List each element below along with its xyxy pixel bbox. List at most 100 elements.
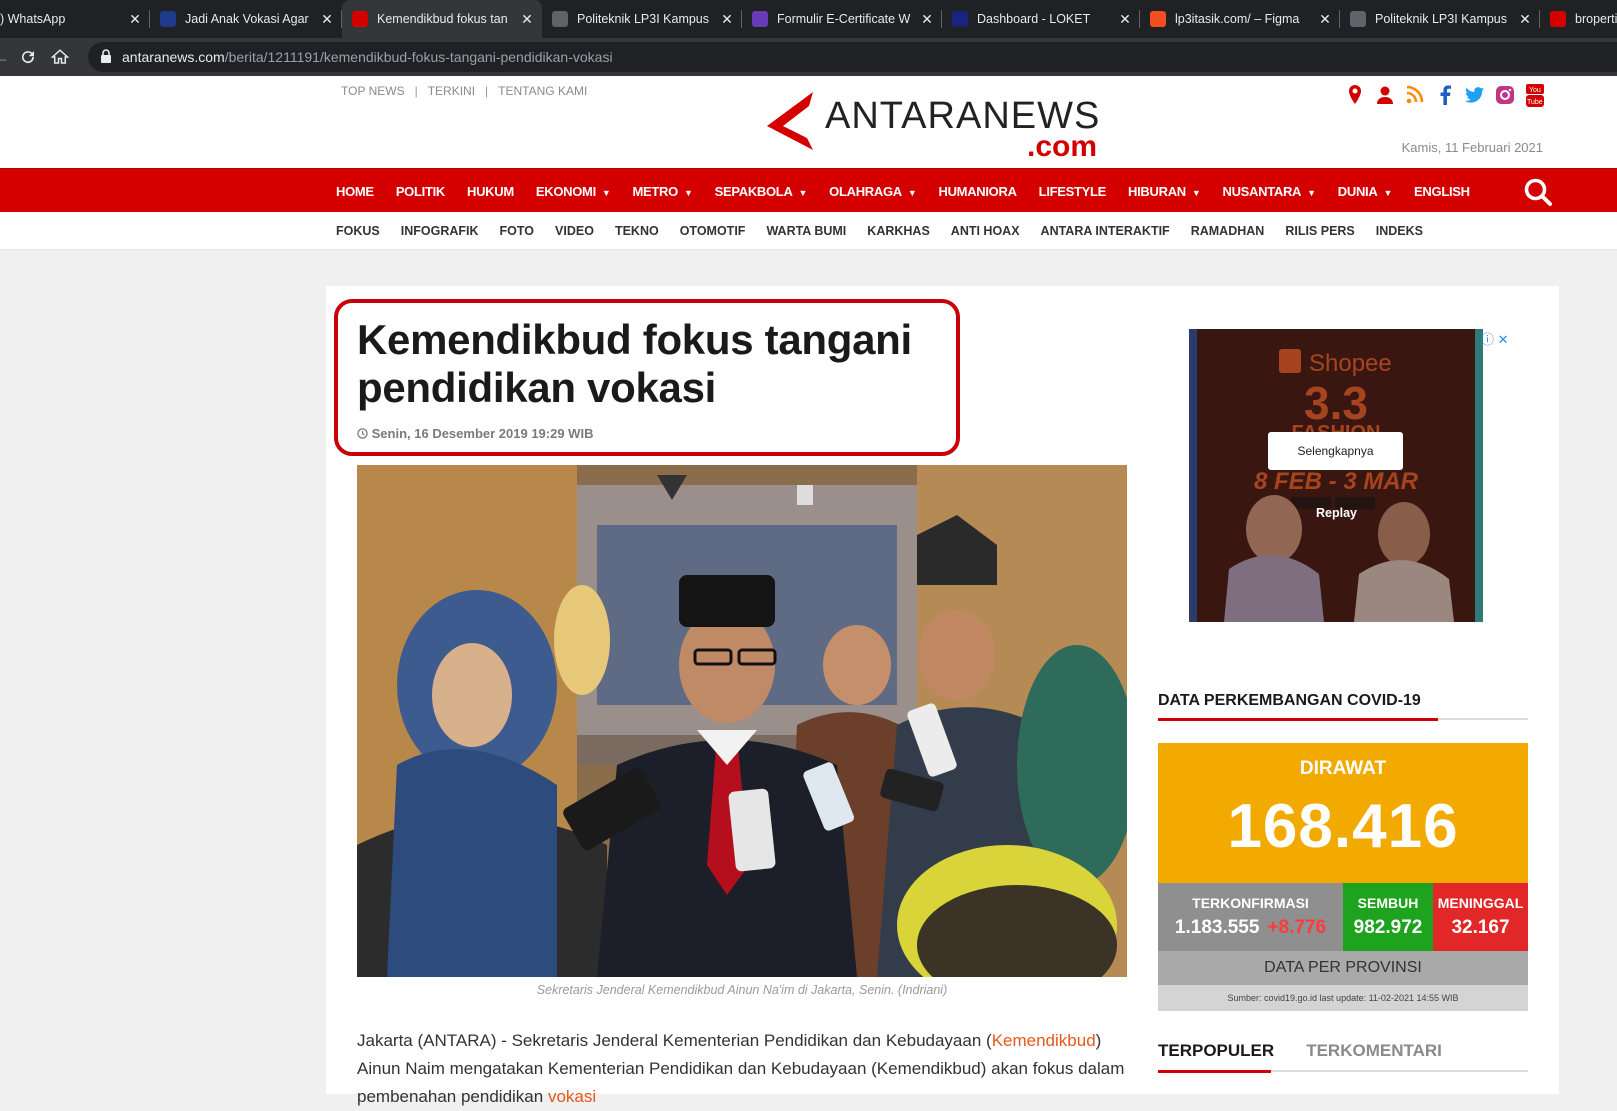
twitter-icon[interactable] [1465, 84, 1485, 106]
nav-item-metro[interactable]: METRO ▼ [633, 184, 693, 199]
nav-item-nusantara[interactable]: NUSANTARA ▼ [1222, 183, 1316, 199]
browser-tab[interactable]: Politeknik LP3I Kampus ✕ [1340, 0, 1540, 38]
ad-close-icon[interactable]: ⓘ ✕ [1481, 329, 1509, 348]
subnav-item-tekno[interactable]: TEKNO [615, 224, 659, 238]
subnav-item-fokus[interactable]: FOKUS [336, 224, 380, 238]
subnav-item-video[interactable]: VIDEO [555, 224, 594, 238]
caret-down-icon: ▼ [1307, 187, 1316, 198]
article-body: Jakarta (ANTARA) - Sekretaris Jenderal K… [357, 1027, 1127, 1111]
rss-icon[interactable] [1405, 84, 1425, 106]
subnav-item-ramadhan[interactable]: RAMADHAN [1191, 224, 1265, 238]
nav-item-olahraga[interactable]: OLAHRAGA ▼ [829, 184, 917, 199]
subnav-item-antara-interaktif[interactable]: ANTARA INTERAKTIF [1041, 224, 1170, 238]
nav-item-label: HIBURAN [1128, 183, 1186, 199]
top-link-top-news[interactable]: TOP NEWS [341, 84, 405, 98]
browser-tab[interactable]: Jadi Anak Vokasi Agar E ✕ [150, 0, 342, 38]
nav-item-lifestyle[interactable]: LIFESTYLE [1039, 184, 1107, 199]
tab-title: Kemendikbud fokus tan [377, 12, 508, 26]
subnav-item-otomotif[interactable]: OTOMOTIF [680, 224, 746, 238]
tab-title: broperti [1575, 12, 1617, 26]
facebook-icon[interactable] [1435, 84, 1455, 106]
terkonfirmasi-value: 1.183.555 [1174, 917, 1260, 938]
tab-title: ) WhatsApp [0, 12, 66, 26]
location-icon[interactable] [1345, 84, 1365, 106]
nav-item-ekonomi[interactable]: EKONOMI ▼ [536, 184, 611, 199]
close-icon[interactable]: ✕ [128, 11, 142, 28]
broperti-icon [1550, 11, 1566, 27]
loket-icon [952, 11, 968, 27]
main-nav-items: HOME POLITIK HUKUM EKONOMI ▼ METRO ▼ SEPAKBOLA ▼… [336, 169, 1492, 213]
youtube-icon[interactable]: You Tube [1525, 84, 1545, 107]
browser-tab[interactable]: Kemendikbud fokus tan ✕ [342, 0, 542, 38]
home-button[interactable] [46, 43, 74, 71]
article-photo[interactable] [357, 465, 1127, 977]
nav-item-humaniora[interactable]: HUMANIORA [938, 184, 1016, 199]
site-header: TOP NEWS | TERKINI | TENTANG KAMI ANTARA… [0, 76, 1617, 168]
ad-cta-button[interactable]: Selengkapnya [1268, 432, 1403, 470]
top-link-tentang-kami[interactable]: TENTANG KAMI [498, 84, 587, 98]
logo-suffix: .com [1027, 130, 1097, 158]
tab-active-underline [1158, 1070, 1271, 1073]
subnav-item-infografik[interactable]: INFOGRAFIK [401, 224, 479, 238]
svg-text:You: You [1529, 87, 1541, 94]
browser-toolbar: ← antaranews.com/berita/1211191/kemendik… [0, 38, 1617, 76]
tab-title: Dashboard - LOKET [977, 12, 1091, 26]
subnav-item-anti-hoax[interactable]: ANTI HOAX [951, 224, 1020, 238]
lock-icon [100, 48, 112, 66]
close-icon[interactable]: ✕ [920, 11, 934, 28]
antaranews-logo[interactable]: ANTARANEWS .com [765, 88, 1110, 163]
browser-tab[interactable]: ) WhatsApp ✕ [0, 0, 150, 38]
nav-item-sepakbola[interactable]: SEPAKBOLA ▼ [715, 184, 808, 199]
shopee-ad[interactable]: Shopee 3.3 FASHION 8 FEB - 3 MAR [1189, 329, 1483, 622]
close-icon[interactable]: ✕ [1318, 11, 1332, 28]
divider: | [414, 84, 418, 98]
reload-button[interactable] [14, 43, 42, 71]
nav-item-dunia[interactable]: DUNIA ▼ [1338, 184, 1393, 199]
browser-tab[interactable]: Politeknik LP3I Kampus ✕ [542, 0, 742, 38]
caret-down-icon: ▼ [798, 187, 808, 198]
url-path: /berita/1211191/kemendikbud-fokus-tangan… [224, 49, 613, 65]
tag-link-vokasi[interactable]: vokasi [548, 1087, 596, 1106]
ad-replay-button[interactable]: Replay [1316, 506, 1357, 520]
address-bar[interactable]: antaranews.com/berita/1211191/kemendikbu… [88, 42, 1617, 72]
nav-item-hukum[interactable]: HUKUM [467, 184, 514, 199]
caret-down-icon: ▼ [1383, 187, 1393, 198]
tab-terkomentari[interactable]: TERKOMENTARI [1306, 1041, 1442, 1061]
close-icon[interactable]: ✕ [1118, 11, 1132, 28]
close-icon[interactable]: ✕ [1518, 11, 1532, 28]
subnav-item-rilis-pers[interactable]: RILIS PERS [1285, 224, 1354, 238]
subnav-item-foto[interactable]: FOTO [500, 224, 535, 238]
browser-tab[interactable]: Dashboard - LOKET ✕ [942, 0, 1140, 38]
data-per-provinsi-button[interactable]: DATA PER PROVINSI [1158, 951, 1528, 985]
nav-item-label: HUMANIORA [938, 183, 1017, 199]
nav-item-politik[interactable]: POLITIK [396, 184, 445, 199]
nav-item-english[interactable]: ENGLISH [1414, 184, 1470, 199]
nav-item-label: METRO [632, 183, 679, 199]
sembuh-panel: SEMBUH 982.972 [1343, 883, 1433, 951]
terkonfirmasi-label: TERKONFIRMASI [1192, 895, 1309, 911]
title-underline [1158, 718, 1438, 721]
tab-title: lp3itasik.com/ – Figma [1175, 12, 1300, 26]
subnav-item-indeks[interactable]: INDEKS [1376, 224, 1423, 238]
nav-item-label: NUSANTARA [1222, 183, 1302, 199]
instagram-icon[interactable] [1495, 84, 1515, 106]
close-icon[interactable]: ✕ [320, 11, 334, 28]
browser-tab[interactable]: broperti [1540, 0, 1617, 38]
top-link-terkini[interactable]: TERKINI [428, 84, 475, 98]
user-icon[interactable] [1375, 84, 1395, 106]
tab-terpopuler[interactable]: TERPOPULER [1158, 1041, 1274, 1061]
close-icon[interactable]: ✕ [520, 11, 534, 28]
antara-icon [352, 11, 368, 27]
nav-item-home[interactable]: HOME [336, 184, 374, 199]
search-icon[interactable] [1523, 177, 1553, 207]
subnav-item-warta-bumi[interactable]: WARTA BUMI [766, 224, 846, 238]
nav-item-hiburan[interactable]: HIBURAN ▼ [1128, 183, 1201, 199]
close-icon[interactable]: ✕ [720, 11, 734, 28]
tab-title: Politeknik LP3I Kampus [1375, 12, 1508, 26]
subnav-item-karkhas[interactable]: KARKHAS [867, 224, 930, 238]
tag-link-kemendikbud[interactable]: Kemendikbud [992, 1031, 1096, 1050]
back-icon[interactable]: ← [0, 43, 10, 71]
browser-tab[interactable]: Formulir E-Certificate W ✕ [742, 0, 942, 38]
forms-icon [752, 11, 768, 27]
browser-tab[interactable]: lp3itasik.com/ – Figma ✕ [1140, 0, 1340, 38]
